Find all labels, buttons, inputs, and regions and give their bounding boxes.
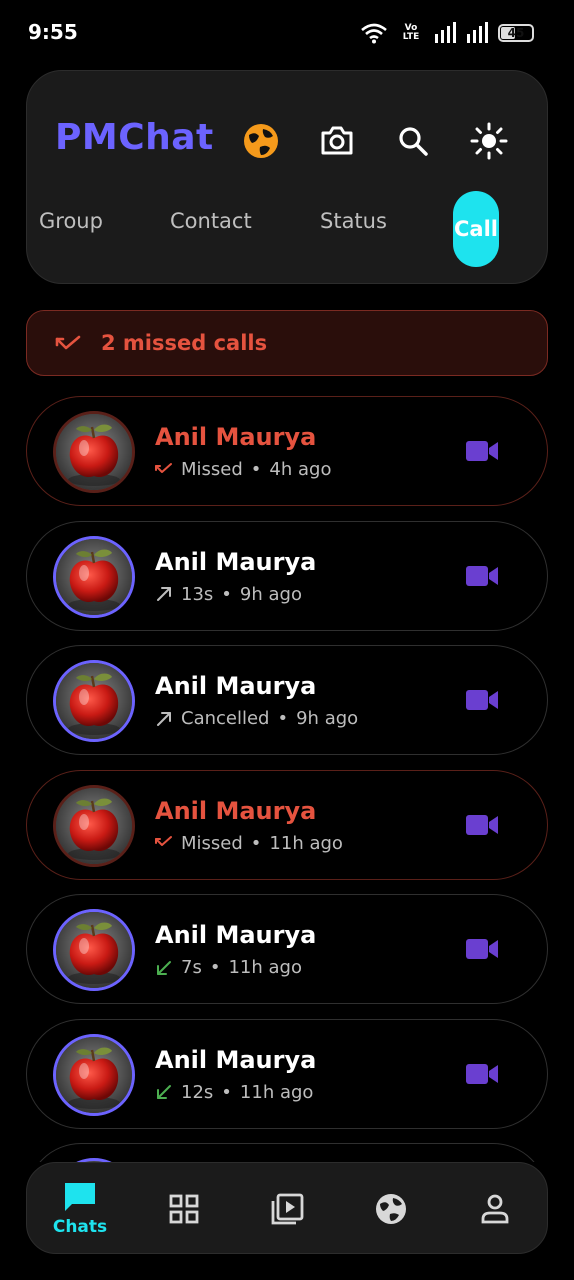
- status-bar: 9:55 Vo LTE 45: [0, 0, 574, 64]
- video-library-icon: [271, 1193, 304, 1225]
- incoming-call-icon: [155, 959, 173, 977]
- call-list: Anil Maurya Missed • 4h ago Anil Maurya …: [26, 396, 548, 1162]
- meta-separator: •: [277, 708, 289, 729]
- call-meta: 7s • 11h ago: [155, 957, 302, 978]
- tab-call[interactable]: Call: [453, 191, 499, 267]
- signal-icon: [467, 22, 488, 43]
- meta-separator: •: [209, 957, 221, 978]
- call-list-item-partial[interactable]: [26, 1143, 548, 1162]
- call-list-item-1[interactable]: Anil Maurya Missed • 4h ago: [26, 396, 548, 506]
- incoming-call-icon: [155, 1083, 173, 1101]
- video-call-icon[interactable]: [465, 686, 499, 714]
- meta-separator: •: [221, 1081, 232, 1103]
- call-time: 9h ago: [296, 708, 359, 729]
- nav-explore[interactable]: [351, 1163, 431, 1255]
- globe-icon[interactable]: [239, 119, 283, 163]
- theme-sun-icon[interactable]: [467, 119, 511, 163]
- missed-call-icon: [55, 335, 81, 350]
- globe-icon: [376, 1194, 406, 1224]
- caller-name: Anil Maurya: [155, 921, 317, 949]
- app-title: PMChat: [55, 117, 214, 158]
- caller-name: Anil Maurya: [155, 547, 317, 576]
- call-meta: Cancelled • 9h ago: [155, 708, 358, 729]
- meta-separator: •: [250, 832, 262, 854]
- bottom-nav: Chats: [26, 1162, 548, 1254]
- caller-name: Anil Maurya: [155, 672, 317, 700]
- call-time: 4h ago: [269, 459, 332, 480]
- call-status: 13s: [181, 583, 214, 605]
- call-status: Missed: [181, 832, 243, 854]
- call-list-item-6[interactable]: Anil Maurya 12s • 11h ago: [26, 1018, 548, 1129]
- tab-contact[interactable]: Contact: [170, 209, 252, 233]
- avatar: [53, 784, 135, 867]
- call-list-item-2[interactable]: Anil Maurya 13s • 9h ago: [26, 520, 548, 631]
- chat-icon: [65, 1183, 95, 1211]
- avatar: [53, 1033, 135, 1116]
- profile-icon: [481, 1194, 509, 1224]
- call-meta: Missed • 4h ago: [155, 459, 331, 480]
- outgoing-call-icon: [155, 710, 173, 728]
- call-status: Missed: [181, 459, 243, 480]
- call-meta: Missed • 11h ago: [155, 833, 343, 854]
- call-status: 12s: [181, 1081, 214, 1103]
- video-call-icon[interactable]: [465, 935, 499, 963]
- outgoing-call-icon: [155, 585, 173, 603]
- search-icon[interactable]: [391, 119, 435, 163]
- video-call-icon[interactable]: [465, 562, 499, 590]
- call-time: 9h ago: [239, 583, 302, 605]
- call-list-item-5[interactable]: Anil Maurya 7s • 11h ago: [26, 894, 548, 1004]
- call-list-item-4[interactable]: Anil Maurya Missed • 11h ago: [26, 769, 548, 880]
- caller-name: Anil Maurya: [155, 423, 317, 451]
- nav-videos[interactable]: [247, 1163, 327, 1255]
- nav-apps[interactable]: [144, 1163, 224, 1255]
- status-time: 9:55: [28, 20, 78, 44]
- camera-icon[interactable]: [315, 119, 359, 163]
- header-card: PMChat Group Contact Status Call: [26, 70, 548, 284]
- tab-group[interactable]: Group: [39, 209, 103, 233]
- avatar: [53, 909, 135, 991]
- status-icons: Vo LTE 45: [360, 20, 534, 46]
- battery-icon: 45: [498, 24, 534, 42]
- avatar: [53, 411, 135, 493]
- missed-calls-banner[interactable]: 2 missed calls: [26, 310, 548, 376]
- tab-status[interactable]: Status: [320, 209, 387, 233]
- nav-chats-label: Chats: [52, 1217, 108, 1237]
- caller-name: Anil Maurya: [155, 1045, 317, 1074]
- signal-icon: [435, 22, 456, 43]
- call-status: 7s: [181, 957, 202, 978]
- meta-separator: •: [250, 459, 262, 480]
- call-time: 11h ago: [228, 957, 302, 978]
- video-call-icon[interactable]: [465, 1060, 499, 1088]
- call-time: 11h ago: [269, 832, 343, 854]
- battery-level: 45: [507, 26, 525, 40]
- video-call-icon[interactable]: [465, 437, 499, 465]
- avatar: [53, 535, 135, 618]
- meta-separator: •: [221, 583, 232, 605]
- avatar: [53, 660, 135, 742]
- call-list-item-3[interactable]: Anil Maurya Cancelled • 9h ago: [26, 645, 548, 755]
- call-meta: 13s • 9h ago: [155, 584, 302, 605]
- missed-call-icon: [155, 461, 173, 479]
- apps-grid-icon: [169, 1194, 199, 1224]
- nav-chats[interactable]: Chats: [40, 1163, 120, 1255]
- volte-icon: Vo LTE: [402, 23, 420, 42]
- tab-bar: Group Contact Status Call: [27, 189, 549, 269]
- missed-calls-text: 2 missed calls: [101, 331, 268, 355]
- nav-profile[interactable]: [455, 1163, 535, 1255]
- caller-name: Anil Maurya: [155, 796, 317, 825]
- call-meta: 12s • 11h ago: [155, 1082, 313, 1103]
- video-call-icon[interactable]: [465, 811, 499, 839]
- call-status: Cancelled: [181, 708, 270, 729]
- wifi-icon: [361, 23, 387, 44]
- missed-call-icon: [155, 834, 173, 852]
- call-time: 11h ago: [239, 1081, 314, 1103]
